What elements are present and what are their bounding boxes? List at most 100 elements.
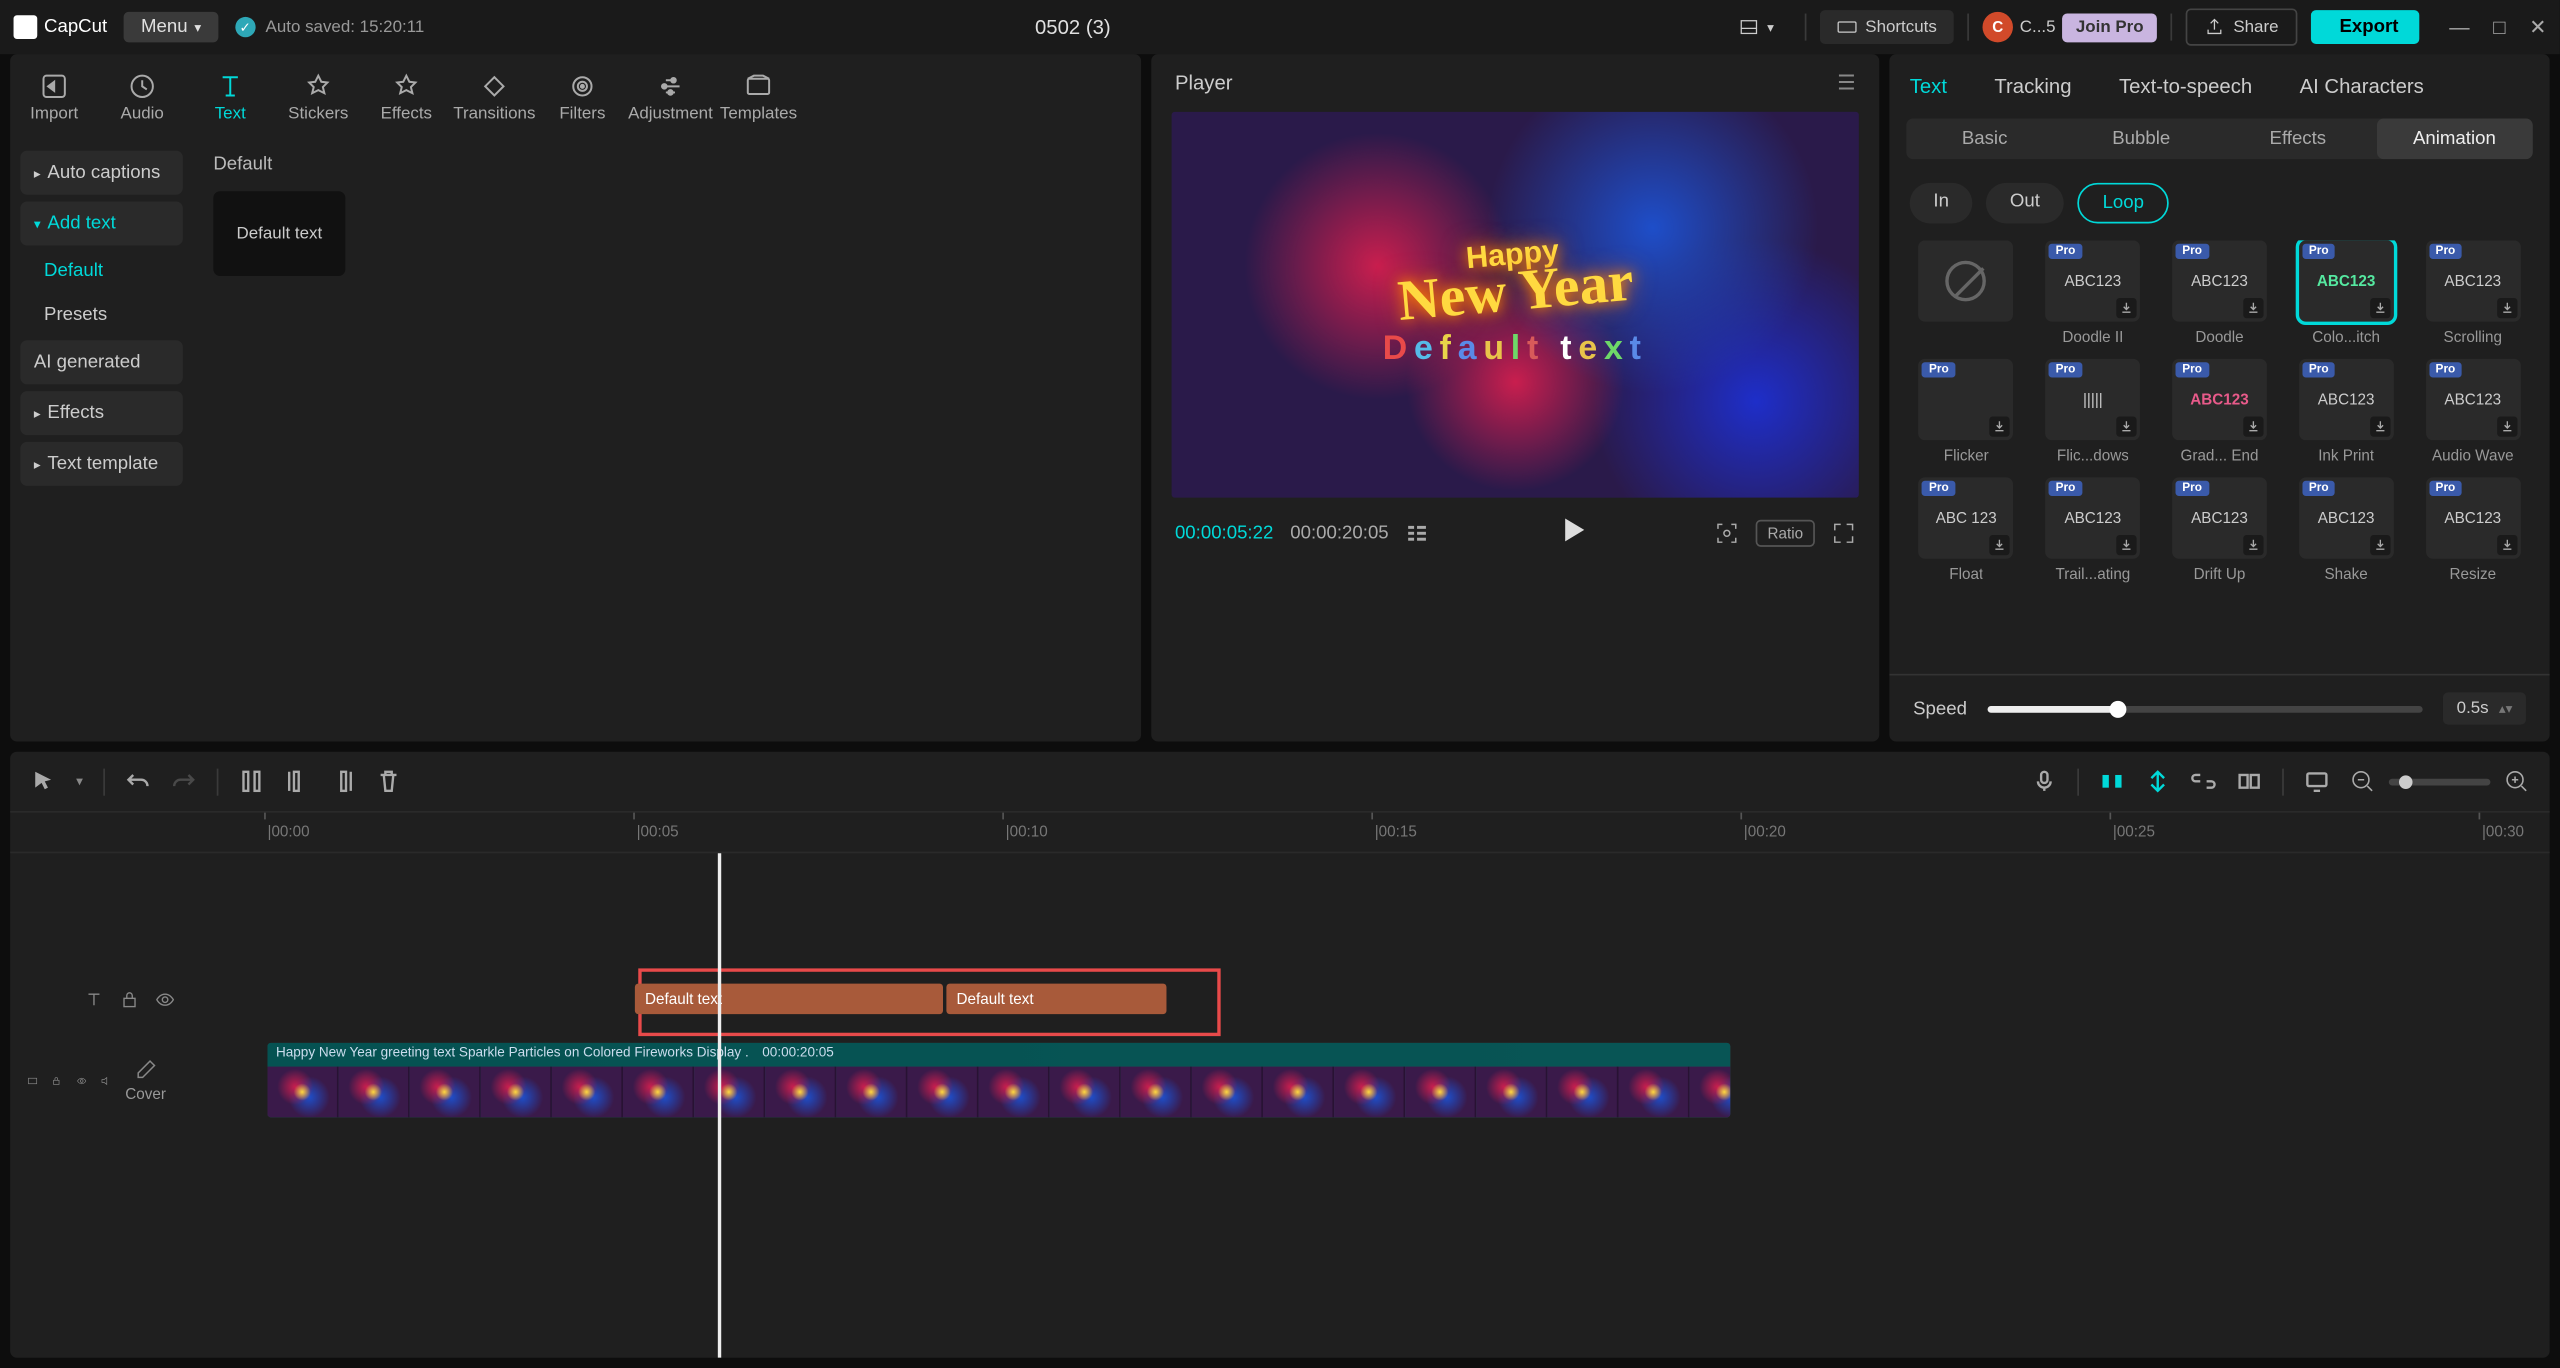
tab-audio[interactable]: Audio — [98, 64, 186, 130]
mic-icon[interactable] — [2032, 769, 2057, 794]
anim-doodle-ii[interactable]: ProABC123Doodle II — [2036, 240, 2149, 345]
anim-flicker[interactable]: ProFlicker — [1910, 359, 2023, 464]
delete-icon[interactable] — [376, 769, 401, 794]
playhead[interactable] — [718, 853, 721, 1358]
nav-presets[interactable]: Presets — [20, 296, 183, 333]
anim-float[interactable]: ProABC 123Float — [1910, 477, 2023, 582]
nav-default[interactable]: Default — [20, 252, 183, 289]
text-side-nav: ▸Auto captions ▾Add text Default Presets… — [10, 141, 193, 742]
zoom-control[interactable] — [2350, 769, 2529, 794]
subtab-basic[interactable]: Basic — [1906, 119, 2063, 160]
nav-add-text[interactable]: ▾Add text — [20, 201, 183, 245]
text-track: Default textDefault text — [10, 962, 2550, 1036]
inspector-subtabs: BasicBubbleEffectsAnimation — [1906, 119, 2532, 160]
nav-auto-captions[interactable]: ▸Auto captions — [20, 151, 183, 195]
mute-icon[interactable] — [101, 1069, 112, 1091]
anim-none[interactable] — [1910, 240, 2023, 345]
animation-modes: In Out Loop — [1889, 166, 2549, 240]
lock-icon[interactable] — [119, 988, 141, 1010]
anim-shake[interactable]: ProABC123Shake — [2290, 477, 2403, 582]
trim-right-icon[interactable] — [330, 769, 355, 794]
zoom-in-icon[interactable] — [2504, 769, 2529, 794]
redo-icon[interactable] — [171, 769, 196, 794]
link-icon[interactable] — [2191, 769, 2216, 794]
anim-colo-itch[interactable]: ProABC123Colo...itch — [2290, 240, 2403, 345]
split-icon[interactable] — [239, 769, 264, 794]
anim-drift-up[interactable]: ProABC123Drift Up — [2163, 477, 2276, 582]
eye-icon[interactable] — [76, 1069, 87, 1091]
trim-left-icon[interactable] — [284, 769, 309, 794]
timeline-ruler[interactable]: |00:00|00:05|00:10|00:15|00:20|00:25|00:… — [10, 813, 2550, 854]
shortcuts-button[interactable]: Shortcuts — [1820, 10, 1954, 44]
inspector-tab-ai-characters[interactable]: AI Characters — [2293, 71, 2431, 101]
default-text-thumb[interactable]: Default text — [213, 191, 345, 276]
subtab-bubble[interactable]: Bubble — [2063, 119, 2220, 160]
nav-text-template[interactable]: ▸Text template — [20, 442, 183, 486]
mode-in[interactable]: In — [1910, 183, 1973, 224]
cursor-tool-icon[interactable] — [30, 769, 55, 794]
inspector-tab-tracking[interactable]: Tracking — [1988, 71, 2079, 101]
snap-icon[interactable] — [2145, 769, 2170, 794]
timeline-tracks[interactable]: Default textDefault text Cover Happy New… — [10, 853, 2550, 1358]
tab-transitions[interactable]: Transitions — [450, 64, 538, 130]
tab-text[interactable]: Text — [186, 64, 274, 130]
maximize-button[interactable]: □ — [2493, 17, 2505, 37]
preview-viewport[interactable]: HappyNew Year Default text — [1172, 112, 1859, 499]
anim-ink-print[interactable]: ProABC123Ink Print — [2290, 359, 2403, 464]
magnet-on-icon[interactable] — [2099, 769, 2124, 794]
tab-import[interactable]: Import — [10, 64, 98, 130]
subtab-effects[interactable]: Effects — [2220, 119, 2377, 160]
nav-effects[interactable]: ▸Effects — [20, 391, 183, 435]
anim-flic-dows[interactable]: Pro|||||Flic...dows — [2036, 359, 2149, 464]
subtab-animation[interactable]: Animation — [2376, 119, 2533, 160]
menu-button[interactable]: Menu▾ — [124, 12, 218, 42]
animation-grid: ProABC123Doodle IIProABC123DoodleProABC1… — [1889, 240, 2549, 582]
marker-icon[interactable] — [2304, 769, 2329, 794]
nav-ai-generated[interactable]: AI generated — [20, 340, 183, 384]
eye-icon[interactable] — [154, 988, 176, 1010]
mode-loop[interactable]: Loop — [2077, 183, 2169, 224]
play-button[interactable] — [1557, 515, 1587, 551]
anim-grad-end[interactable]: ProABC123Grad... End — [2163, 359, 2276, 464]
inspector-tab-text-to-speech[interactable]: Text-to-speech — [2112, 71, 2259, 101]
text-clip[interactable]: Default text — [946, 984, 1166, 1014]
speed-slider[interactable] — [1987, 705, 2423, 712]
layout-button[interactable]: ▾ — [1721, 10, 1790, 44]
anim-doodle[interactable]: ProABC123Doodle — [2163, 240, 2276, 345]
zoom-out-icon[interactable] — [2350, 769, 2375, 794]
user-avatar[interactable]: C — [1983, 12, 2013, 42]
video-track-icon — [27, 1069, 38, 1091]
scan-icon[interactable] — [1715, 521, 1739, 545]
video-clip[interactable]: Happy New Year greeting text Sparkle Par… — [267, 1043, 1730, 1117]
preview-mode-icon[interactable] — [2236, 769, 2261, 794]
tab-adjustment[interactable]: Adjustment — [626, 64, 714, 130]
fullscreen-icon[interactable] — [1832, 521, 1856, 545]
ruler-tick: |00:00 — [267, 823, 309, 840]
inspector-panel: TextTrackingText-to-speechAI Characters … — [1889, 54, 2549, 741]
player-menu-icon[interactable]: ☰ — [1837, 71, 1855, 95]
share-button[interactable]: Share — [2186, 8, 2297, 45]
close-button[interactable]: ✕ — [2529, 17, 2546, 37]
tool-tabs: ImportAudioTextStickersEffectsTransition… — [10, 54, 1141, 140]
anim-resize[interactable]: ProABC123Resize — [2416, 477, 2529, 582]
speed-value[interactable]: 0.5s▴▾ — [2443, 692, 2526, 724]
undo-icon[interactable] — [125, 769, 150, 794]
inspector-tab-text[interactable]: Text — [1903, 71, 1954, 101]
anim-scrolling[interactable]: ProABC123Scrolling — [2416, 240, 2529, 345]
tab-templates[interactable]: Templates — [714, 64, 802, 130]
tab-stickers[interactable]: Stickers — [274, 64, 362, 130]
minimize-button[interactable]: — — [2449, 17, 2469, 37]
list-icon[interactable] — [1406, 521, 1430, 545]
tab-effects[interactable]: Effects — [362, 64, 450, 130]
ratio-button[interactable]: Ratio — [1756, 520, 1815, 547]
anim-trail-ating[interactable]: ProABC123Trail...ating — [2036, 477, 2149, 582]
tab-filters[interactable]: Filters — [538, 64, 626, 130]
speed-control: Speed 0.5s▴▾ — [1889, 674, 2549, 742]
text-clip[interactable]: Default text — [635, 984, 943, 1014]
anim-audio-wave[interactable]: ProABC123Audio Wave — [2416, 359, 2529, 464]
join-pro-button[interactable]: Join Pro — [2062, 13, 2157, 42]
export-button[interactable]: Export — [2311, 10, 2419, 44]
cover-button[interactable]: Cover — [125, 1058, 166, 1102]
lock-icon[interactable] — [52, 1069, 63, 1091]
mode-out[interactable]: Out — [1986, 183, 2063, 224]
